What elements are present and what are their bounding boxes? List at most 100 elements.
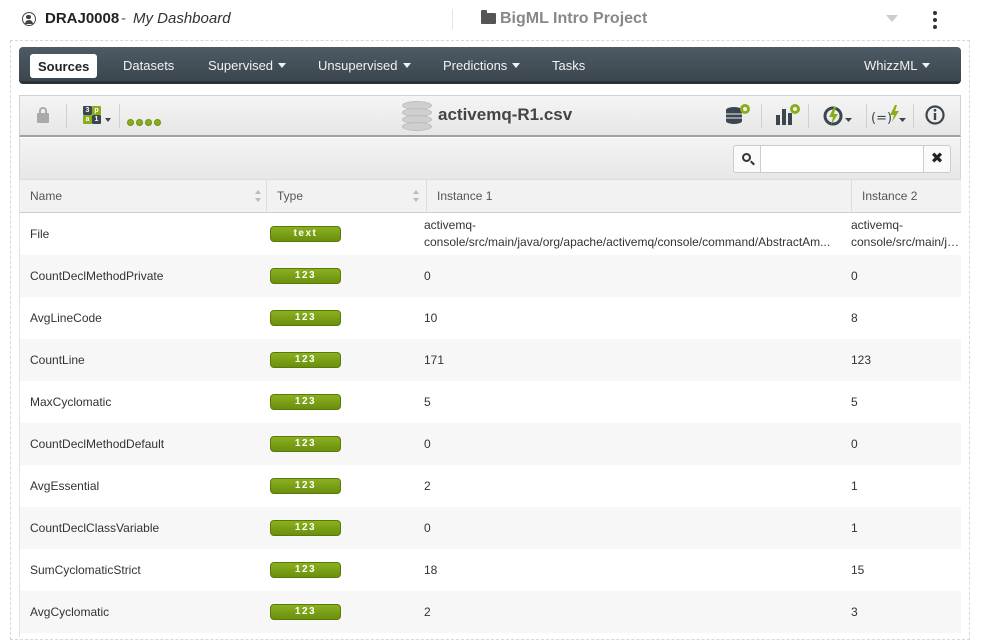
divider — [452, 9, 453, 29]
column-header-instance-2: Instance 2 — [852, 180, 961, 213]
user-icon[interactable] — [22, 12, 36, 26]
field-name[interactable]: CountDeclMethodDefault — [30, 423, 260, 465]
column-label: Type — [277, 189, 304, 203]
search-input[interactable] — [760, 145, 924, 173]
field-name[interactable]: AvgCyclomatic — [30, 591, 260, 633]
toolbar-divider — [66, 104, 67, 128]
instance-2-value: activemq-console/src/main/java/org/apach… — [851, 213, 961, 255]
table-row[interactable]: AvgLineCode 123 10 8 — [20, 297, 961, 339]
instance-1-value: 10 — [424, 311, 438, 325]
table-row[interactable]: CountDeclClassVariable 123 0 1 — [20, 507, 961, 549]
instance-1-value: 2 — [424, 605, 431, 619]
nav-label: Unsupervised — [318, 58, 398, 73]
value-line: activemq- — [851, 218, 904, 232]
nav-unsupervised[interactable]: Unsupervised — [318, 58, 411, 73]
instance-2-value: 15 — [851, 563, 865, 577]
caret-down-icon — [512, 63, 521, 68]
field-types-icon[interactable]: 3 p a 1 — [83, 106, 101, 124]
column-header-instance-1: Instance 1 — [427, 180, 852, 213]
field-type-badge: text — [270, 226, 341, 242]
instance-1-value: 18 — [424, 563, 438, 577]
column-header-type[interactable]: Type — [267, 180, 427, 213]
value-line: console/src/main/java/org/apache/activem… — [424, 235, 831, 249]
project-selector[interactable]: BigML Intro Project — [500, 10, 647, 28]
table-row[interactable]: File text activemq-console/src/main/java/o… — [20, 213, 961, 255]
instance-2-value: 1 — [851, 521, 858, 535]
table-row[interactable]: MaxCyclomatic 123 5 5 — [20, 381, 961, 423]
field-name[interactable]: SumCyclomaticStrict — [30, 549, 260, 591]
search-icon[interactable] — [733, 145, 761, 173]
toolbar-divider — [761, 104, 762, 128]
one-click-model-icon[interactable] — [822, 103, 852, 129]
field-name[interactable]: CountDeclClassVariable — [30, 507, 260, 549]
column-label: Instance 2 — [862, 189, 918, 203]
instance-2-value: 3 — [851, 605, 858, 619]
sort-icon[interactable] — [255, 190, 263, 204]
table-row[interactable]: SumCyclomaticStrict 123 18 15 — [20, 549, 961, 591]
fields-table: Name Type Instance 1 Instance 2 File text… — [19, 179, 961, 637]
field-name[interactable]: CountLine — [30, 339, 260, 381]
column-label: Name — [30, 189, 63, 203]
caret-down-icon — [278, 63, 287, 68]
username[interactable]: DRAJ0008 — [45, 10, 119, 27]
configure-dataset-icon[interactable] — [724, 103, 752, 127]
instance-1-value: 5 — [424, 395, 431, 409]
field-name[interactable]: CountDeclMethodPrivate — [30, 255, 260, 297]
field-name[interactable]: File — [30, 213, 260, 255]
nav-predictions[interactable]: Predictions — [443, 58, 521, 73]
instance-1-value: 0 — [424, 269, 431, 283]
instance-2-value: 8 — [851, 311, 858, 325]
nav-label: Tasks — [552, 58, 586, 73]
caret-down-icon — [922, 63, 931, 68]
field-name[interactable]: AvgLineCode — [30, 297, 260, 339]
table-row[interactable]: AvgCyclomatic 123 2 3 — [20, 591, 961, 633]
toolbar-divider — [866, 104, 867, 128]
field-type-badge: 123 — [270, 394, 341, 410]
toolbar-divider — [119, 104, 120, 128]
dashboard-title[interactable]: My Dashboard — [133, 10, 231, 27]
svg-text:(=): (=) — [871, 111, 892, 126]
info-icon[interactable] — [924, 104, 946, 126]
instance-2-value: 1 — [851, 479, 858, 493]
nav-supervised[interactable]: Supervised — [208, 58, 287, 73]
database-icon — [402, 101, 432, 131]
table-row[interactable]: CountDeclMethodDefault 123 0 0 — [20, 423, 961, 465]
chevron-down-icon[interactable] — [105, 118, 111, 122]
formula-icon[interactable]: (=) — [870, 103, 906, 129]
column-label: Instance 1 — [437, 189, 493, 203]
nav-label: WhizzML — [864, 58, 918, 73]
instance-2-value: 123 — [851, 353, 872, 367]
nav-sources[interactable]: Sources — [30, 54, 98, 78]
instance-1-value: 2 — [424, 479, 431, 493]
value-line: activemq- — [424, 218, 477, 232]
table-row[interactable]: AvgEssential 123 2 1 — [20, 465, 961, 507]
field-type-badge: 123 — [270, 562, 341, 578]
folder-icon — [481, 10, 496, 24]
field-name[interactable]: AvgEssential — [30, 465, 260, 507]
main-navbar: Sources Datasets Supervised Unsupervised… — [19, 47, 961, 84]
nav-label: Sources — [38, 59, 90, 74]
nav-tasks[interactable]: Tasks — [552, 58, 585, 73]
column-header-name[interactable]: Name — [20, 180, 267, 213]
toolbar-divider — [808, 104, 809, 128]
table-row[interactable]: CountLine 123 171 123 — [20, 339, 961, 381]
more-options-icon[interactable] — [932, 11, 938, 31]
close-icon[interactable]: ✖ — [923, 145, 951, 173]
nav-datasets[interactable]: Datasets — [123, 58, 174, 73]
sort-icon[interactable] — [413, 190, 421, 204]
instance-1-value: 0 — [424, 437, 431, 451]
field-type-badge: 123 — [270, 352, 341, 368]
title-separator: - — [121, 10, 126, 27]
lock-icon[interactable] — [37, 107, 49, 123]
table-row[interactable]: CountDeclMethodPrivate 123 0 0 — [20, 255, 961, 297]
field-type-badge: 123 — [270, 604, 341, 620]
top-bar: DRAJ0008 - My Dashboard BigML Intro Proj… — [0, 0, 981, 38]
nav-label: Datasets — [123, 58, 175, 73]
chevron-down-icon[interactable] — [886, 15, 898, 22]
configure-model-icon[interactable] — [774, 103, 802, 127]
nav-whizzml[interactable]: WhizzML — [864, 58, 931, 73]
progress-dots-icon — [127, 113, 167, 126]
table-header: Name Type Instance 1 Instance 2 — [20, 179, 961, 213]
field-name[interactable]: MaxCyclomatic — [30, 381, 260, 423]
instance-2-value: 0 — [851, 269, 858, 283]
